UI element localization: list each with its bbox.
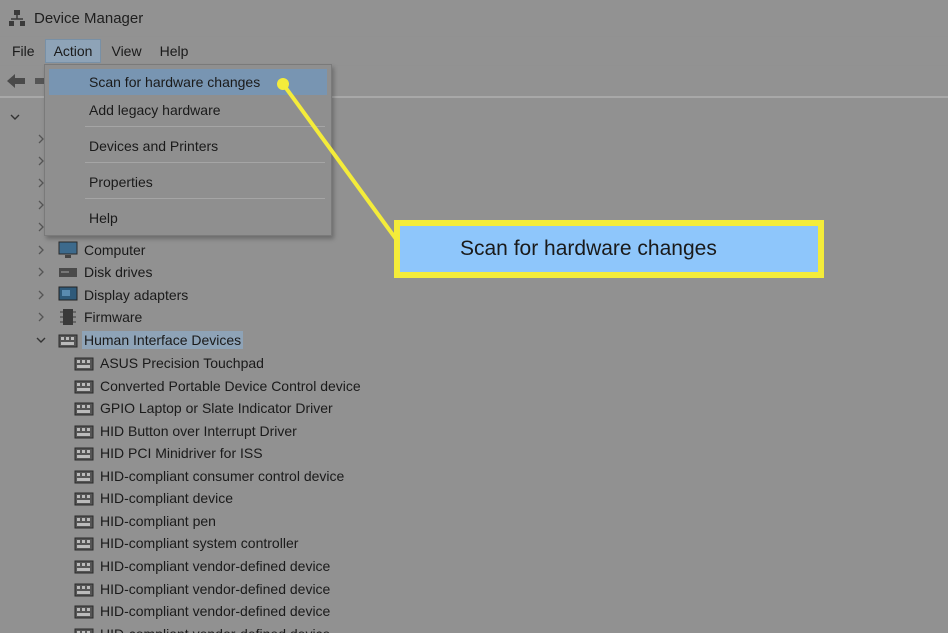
hid-device-label: HID Button over Interrupt Driver [100, 423, 297, 439]
tree-item-label: Human Interface Devices [82, 331, 244, 349]
tree-item-label: Display adapters [84, 287, 189, 303]
hid-device-label: HID-compliant consumer control device [100, 468, 345, 484]
hid-device-label: GPIO Laptop or Slate Indicator Driver [100, 400, 333, 416]
hid-device-row[interactable]: HID-compliant consumer control device [74, 465, 346, 487]
hid-device-label: HID-compliant vendor-defined device [100, 581, 331, 597]
hid-device-icon [74, 354, 94, 372]
menu-separator [85, 198, 325, 199]
hid-device-label: Converted Portable Device Control device [100, 378, 361, 394]
menu-item-label: Help [89, 210, 118, 226]
hid-device-icon [74, 489, 94, 507]
hid-device-label: HID PCI Minidriver for ISS [100, 445, 263, 461]
chevron-right-icon[interactable] [34, 265, 48, 279]
window-title: Device Manager [34, 9, 144, 27]
menu-help[interactable]: Help [152, 40, 197, 62]
menu-item-label: Scan for hardware changes [89, 74, 261, 90]
hid-device-row[interactable]: GPIO Laptop or Slate Indicator Driver [74, 397, 335, 419]
title-bar: Device Manager [0, 0, 948, 36]
hid-device-icon [74, 602, 94, 620]
menu-item-devices-and-printers[interactable]: Devices and Printers [49, 133, 327, 159]
tree-item-human-interface-devices[interactable]: Human Interface Devices [34, 329, 244, 351]
hid-device-icon [74, 512, 94, 530]
hid-device-row[interactable]: ASUS Precision Touchpad [74, 352, 266, 374]
menu-action[interactable]: Action [44, 39, 102, 63]
hid-device-icon [74, 377, 94, 395]
callout-box: Scan for hardware changes [394, 220, 824, 278]
action-menu: Scan for hardware changes Add legacy har… [44, 64, 332, 236]
hid-device-label: ASUS Precision Touchpad [100, 355, 264, 371]
back-button[interactable] [4, 69, 28, 93]
menu-separator [85, 162, 325, 163]
hid-device-icon [74, 580, 94, 598]
hid-device-row[interactable]: HID-compliant pen [74, 510, 218, 532]
hid-device-row[interactable]: HID PCI Minidriver for ISS [74, 442, 265, 464]
hid-device-row[interactable]: HID-compliant system controller [74, 532, 300, 554]
hid-device-label: HID-compliant system controller [100, 535, 299, 551]
tree-item-label: Disk drives [84, 264, 153, 280]
callout-label: Scan for hardware changes [460, 237, 717, 260]
chevron-right-icon[interactable] [34, 310, 48, 324]
hid-device-icon [74, 557, 94, 575]
device-manager-icon [9, 10, 25, 26]
monitor-icon [58, 241, 78, 259]
hid-device-label: HID-compliant device [100, 490, 234, 506]
hid-device-icon [74, 422, 94, 440]
tree-root-row[interactable] [8, 106, 32, 128]
tree-item-firmware[interactable]: Firmware [34, 306, 144, 328]
menu-view[interactable]: View [103, 40, 149, 62]
hid-device-row[interactable]: HID-compliant vendor-defined device [74, 600, 332, 622]
chevron-right-icon[interactable] [34, 243, 48, 257]
tree-item-display-adapters[interactable]: Display adapters [34, 284, 190, 306]
chip-icon [58, 308, 78, 326]
hid-device-label: HID-compliant vendor-defined device [100, 603, 331, 619]
menu-item-label: Add legacy hardware [89, 102, 221, 118]
hid-device-icon [74, 467, 94, 485]
hid-device-row[interactable]: HID-compliant vendor-defined device [74, 578, 332, 600]
hid-device-label: HID-compliant pen [100, 513, 216, 529]
hid-device-icon [74, 534, 94, 552]
hid-device-row[interactable]: HID-compliant vendor-defined device [74, 555, 332, 577]
hid-device-label: HID-compliant vendor-defined device [98, 625, 332, 633]
tree-item-computer[interactable]: Computer [34, 239, 147, 261]
hid-device-icon [74, 444, 94, 462]
menu-item-properties[interactable]: Properties [49, 169, 327, 195]
menu-item-scan-for-hardware-changes[interactable]: Scan for hardware changes [49, 69, 327, 95]
disk-drive-icon [58, 263, 78, 281]
back-arrow-icon [7, 74, 25, 88]
menu-bar: File Action View Help [0, 37, 948, 65]
hid-device-row[interactable]: HID Button over Interrupt Driver [74, 420, 299, 442]
hid-device-icon [74, 625, 94, 633]
hid-device-row[interactable]: HID-compliant device [74, 487, 235, 509]
menu-item-add-legacy-hardware[interactable]: Add legacy hardware [49, 97, 327, 123]
menu-file[interactable]: File [4, 40, 43, 62]
hid-device-icon [74, 399, 94, 417]
display-adapter-icon [58, 286, 78, 304]
tree-item-label: Firmware [84, 309, 143, 325]
chevron-down-icon[interactable] [34, 333, 48, 347]
menu-item-help[interactable]: Help [49, 205, 327, 231]
menu-separator [85, 126, 325, 127]
hid-device-icon [58, 331, 78, 349]
hid-device-label: HID-compliant vendor-defined device [100, 558, 331, 574]
hid-device-row[interactable]: Converted Portable Device Control device [74, 375, 363, 397]
hid-device-row[interactable]: HID-compliant vendor-defined device [74, 623, 332, 633]
menu-item-label: Properties [89, 174, 153, 190]
chevron-right-icon[interactable] [34, 288, 48, 302]
tree-item-label: Computer [84, 242, 146, 258]
menu-item-label: Devices and Printers [89, 138, 219, 154]
tree-item-disk-drives[interactable]: Disk drives [34, 261, 154, 283]
chevron-down-icon[interactable] [8, 110, 22, 124]
